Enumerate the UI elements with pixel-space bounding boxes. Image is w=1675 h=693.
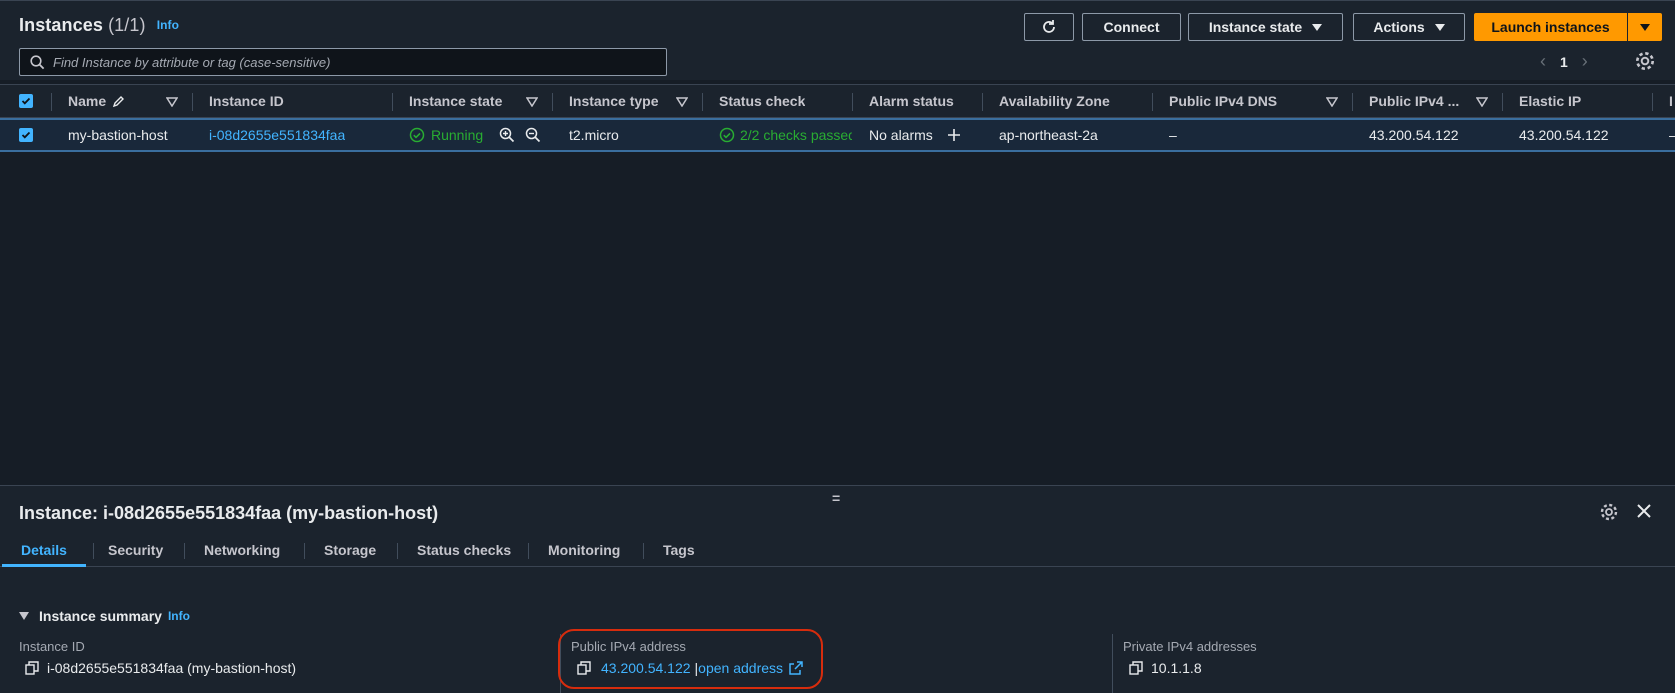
tab-details[interactable]: Details [21,533,67,567]
summary-title: Instance summary [39,608,162,624]
row-checkbox[interactable] [19,120,33,150]
chevron-left-icon[interactable]: ‹ [1540,51,1546,72]
plus-icon[interactable] [947,128,961,142]
instance-state-dropdown[interactable]: Instance state [1188,13,1343,41]
refresh-icon [1043,20,1055,33]
zoom-out-icon[interactable] [525,127,541,143]
private-ip-label: Private IPv4 addresses [1123,639,1257,654]
active-tab-indicator [2,564,86,567]
cell-public-dns: – [1169,127,1177,143]
tab-networking[interactable]: Networking [204,533,280,567]
launch-instances-button[interactable]: Launch instances [1474,13,1627,41]
instances-header: Instances (1/1) Info Connect Instance st… [0,0,1675,80]
cell-public-ip: 43.200.54.122 [1369,127,1459,143]
instance-count: (1/1) [108,15,146,35]
state-text: Running [431,127,484,143]
col-elastic-ip[interactable]: Elastic IP [1519,85,1581,117]
resize-handle[interactable]: = [832,490,840,506]
instance-id-value: i-08d2655e551834faa (my-bastion-host) [47,660,297,676]
page-title: Instances (1/1) Info [19,15,179,36]
cell-instance-id[interactable]: i-08d2655e551834faa [209,120,345,150]
refresh-button[interactable] [1024,13,1074,41]
highlight-annotation [558,629,823,689]
tab-storage[interactable]: Storage [324,533,376,567]
tab-tags[interactable]: Tags [663,533,695,567]
gear-icon[interactable] [1599,502,1619,522]
page-number[interactable]: 1 [1560,54,1568,70]
title-text: Instances [19,15,103,35]
col-name-label: Name [68,93,107,109]
search-input[interactable] [53,54,633,70]
launch-options-button[interactable] [1627,13,1662,41]
tab-monitoring[interactable]: Monitoring [548,533,620,567]
edit-icon [113,96,125,108]
details-panel: = Instance: i-08d2655e551834faa (my-bast… [0,485,1675,693]
col-next[interactable]: I [1669,85,1673,117]
tab-security[interactable]: Security [108,533,163,567]
col-instance-state[interactable]: Instance state [409,85,502,117]
filter-icon[interactable] [1326,97,1338,107]
instance-summary-toggle[interactable]: Instance summary Info [19,608,190,624]
connect-button[interactable]: Connect [1082,13,1181,41]
checkbox-checked-icon [19,94,33,108]
gear-icon[interactable] [1634,50,1656,72]
pagination: ‹ 1 › [1540,51,1588,72]
zoom-in-icon[interactable] [499,127,515,143]
alarm-text: No alarms [869,127,933,143]
cell-instance-type: t2.micro [569,127,619,143]
instance-id-field: Instance ID i-08d2655e551834faa (my-bast… [19,639,296,676]
caret-down-icon [19,612,29,620]
instance-state-label: Instance state [1208,19,1303,35]
chevron-right-icon[interactable]: › [1582,51,1588,72]
cell-alarm-status: No alarms [869,120,961,150]
search-box [19,48,667,76]
cell-name: my-bastion-host [68,127,168,143]
actions-label: Actions [1373,19,1425,35]
filter-icon[interactable] [166,97,178,107]
cell-next: – [1669,120,1675,150]
close-icon[interactable] [1635,502,1653,520]
check-circle-icon [409,127,425,143]
col-instance-id[interactable]: Instance ID [209,85,284,117]
table-row[interactable]: my-bastion-host i-08d2655e551834faa Runn… [0,118,1675,152]
col-status-check[interactable]: Status check [719,85,805,117]
info-link[interactable]: Info [157,18,179,32]
actions-dropdown[interactable]: Actions [1353,13,1465,41]
checkbox-checked-icon [19,128,33,142]
cell-availability-zone: ap-northeast-2a [999,127,1098,143]
copy-icon[interactable] [1129,661,1143,675]
private-ip-value: 10.1.1.8 [1151,660,1202,676]
copy-icon[interactable] [25,661,39,675]
caret-down-icon [1640,23,1650,31]
caret-down-icon [1434,23,1445,31]
col-instance-type[interactable]: Instance type [569,85,658,117]
instances-panel: Instances (1/1) Info Connect Instance st… [0,0,1675,485]
filter-icon[interactable] [1476,97,1488,107]
search-icon [30,54,45,69]
cell-instance-state: Running [409,120,541,150]
col-public-dns[interactable]: Public IPv4 DNS [1169,85,1277,117]
private-ip-field: Private IPv4 addresses 10.1.1.8 [1123,639,1257,676]
check-circle-icon [719,127,735,143]
cell-status-check: 2/2 checks passed [719,120,852,150]
info-link[interactable]: Info [168,609,190,623]
details-title: Instance: i-08d2655e551834faa (my-bastio… [19,503,439,523]
instance-id-label: Instance ID [19,639,85,654]
select-all-checkbox[interactable] [19,85,33,117]
col-name[interactable]: Name [68,85,126,117]
tab-status-checks[interactable]: Status checks [417,533,511,567]
filter-icon[interactable] [526,97,538,107]
filter-icon[interactable] [676,97,688,107]
cell-elastic-ip: 43.200.54.122 [1519,127,1609,143]
col-availability-zone[interactable]: Availability Zone [999,85,1110,117]
status-check-text: 2/2 checks passed [740,127,852,143]
col-alarm-status[interactable]: Alarm status [869,85,954,117]
caret-down-icon [1312,23,1323,31]
details-tabs: Details Security Networking Storage Stat… [0,533,1675,567]
table-header: Name Instance ID Instance state Instance… [0,84,1675,118]
col-public-ip[interactable]: Public IPv4 ... [1369,85,1459,117]
